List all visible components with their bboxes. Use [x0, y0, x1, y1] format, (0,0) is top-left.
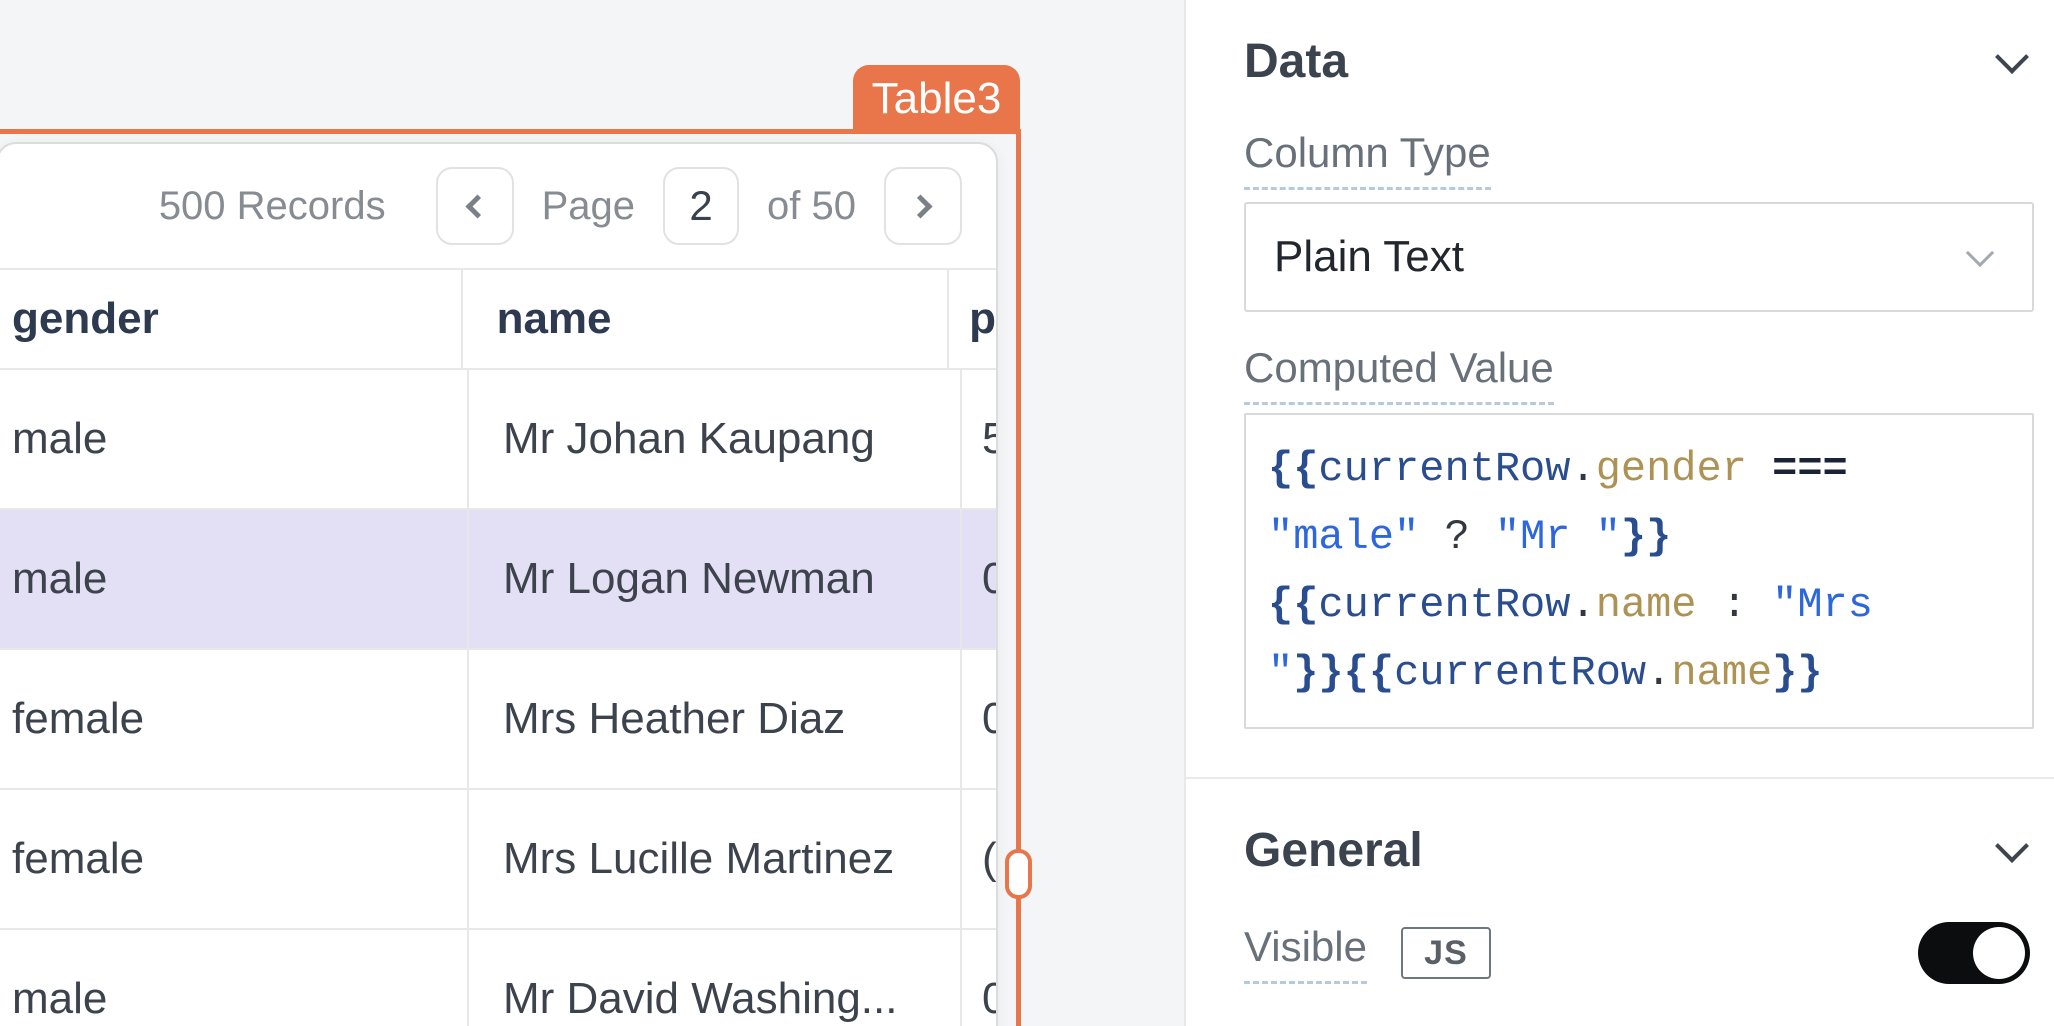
table-cell[interactable]: Mrs Lucille Martinez — [469, 790, 962, 928]
table-cell[interactable]: Mr Logan Newman — [469, 510, 962, 648]
column-type-label: Column Type — [1244, 129, 2034, 190]
table-cell[interactable]: 0 — [962, 930, 996, 1026]
table-toolbar: 500 Records Page of 50 — [0, 144, 996, 268]
table-cell[interactable]: 5 — [962, 370, 996, 508]
prev-page-button[interactable] — [436, 167, 514, 245]
table-cell[interactable]: Mr David Washing... — [469, 930, 962, 1026]
properties-panel: Data Column Type Plain Text Computed Val… — [1184, 0, 2054, 1026]
computed-value-editor[interactable]: {{currentRow.gender ==="male" ? "Mr "}}{… — [1244, 413, 2034, 729]
table-cell[interactable]: 0 — [962, 650, 996, 788]
table-cell[interactable]: male — [0, 930, 469, 1026]
code-line: "}}{{currentRow.name}} — [1268, 639, 2022, 707]
section-divider — [1186, 777, 2054, 779]
table-row[interactable]: femaleMrs Lucille Martinez(4 — [0, 790, 996, 930]
toggle-knob — [1973, 927, 2025, 979]
table-cell[interactable]: male — [0, 510, 469, 648]
page-input[interactable] — [663, 167, 739, 245]
records-count: 500 Records — [159, 184, 386, 229]
table-cell[interactable]: 0 — [962, 510, 996, 648]
column-header-p[interactable]: p — [949, 270, 996, 368]
table-cell[interactable]: Mr Johan Kaupang — [469, 370, 962, 508]
code-line: {{currentRow.gender === — [1268, 435, 2022, 503]
visible-label: Visible — [1244, 923, 1367, 984]
selected-widget-tab[interactable]: Table3 — [853, 65, 1020, 133]
chevron-right-icon — [908, 194, 932, 218]
table-body: maleMr Johan Kaupang5maleMr Logan Newman… — [0, 370, 996, 1026]
chevron-left-icon — [466, 194, 490, 218]
general-section-header[interactable]: General — [1244, 823, 2034, 878]
code-line: {{currentRow.name : "Mrs — [1268, 571, 2022, 639]
resize-handle[interactable] — [1005, 849, 1032, 899]
column-type-select[interactable]: Plain Text — [1244, 202, 2034, 312]
code-line: "male" ? "Mr "}} — [1268, 503, 2022, 571]
table-cell[interactable]: male — [0, 370, 469, 508]
page-label: Page — [542, 184, 635, 229]
table-header: gender name p — [0, 268, 996, 370]
computed-value-label: Computed Value — [1244, 344, 2034, 405]
general-section-title: General — [1244, 823, 1423, 878]
selection-border-top — [0, 129, 1021, 134]
data-section-title: Data — [1244, 34, 1348, 89]
next-page-button[interactable] — [884, 167, 962, 245]
table-cell[interactable]: female — [0, 790, 469, 928]
table-row[interactable]: maleMr David Washing...0 — [0, 930, 996, 1026]
column-type-value: Plain Text — [1274, 232, 1464, 282]
chevron-down-icon — [1995, 40, 2029, 74]
table-row[interactable]: maleMr Logan Newman0 — [0, 510, 996, 650]
table-cell[interactable]: (4 — [962, 790, 996, 928]
visible-setting-row: Visible JS — [1244, 922, 2034, 984]
table-widget: 500 Records Page of 50 gender name p mal… — [0, 142, 998, 1026]
visible-toggle[interactable] — [1918, 922, 2030, 984]
column-header-gender[interactable]: gender — [0, 270, 463, 368]
table-row[interactable]: maleMr Johan Kaupang5 — [0, 370, 996, 510]
page-total-label: of 50 — [767, 184, 856, 229]
chevron-down-icon — [1995, 829, 2029, 863]
chevron-down-icon — [1966, 239, 1994, 267]
data-section-header[interactable]: Data — [1244, 34, 2034, 89]
table-cell[interactable]: female — [0, 650, 469, 788]
column-header-name[interactable]: name — [463, 270, 950, 368]
table-cell[interactable]: Mrs Heather Diaz — [469, 650, 962, 788]
table-row[interactable]: femaleMrs Heather Diaz0 — [0, 650, 996, 790]
js-toggle-badge[interactable]: JS — [1401, 927, 1491, 979]
